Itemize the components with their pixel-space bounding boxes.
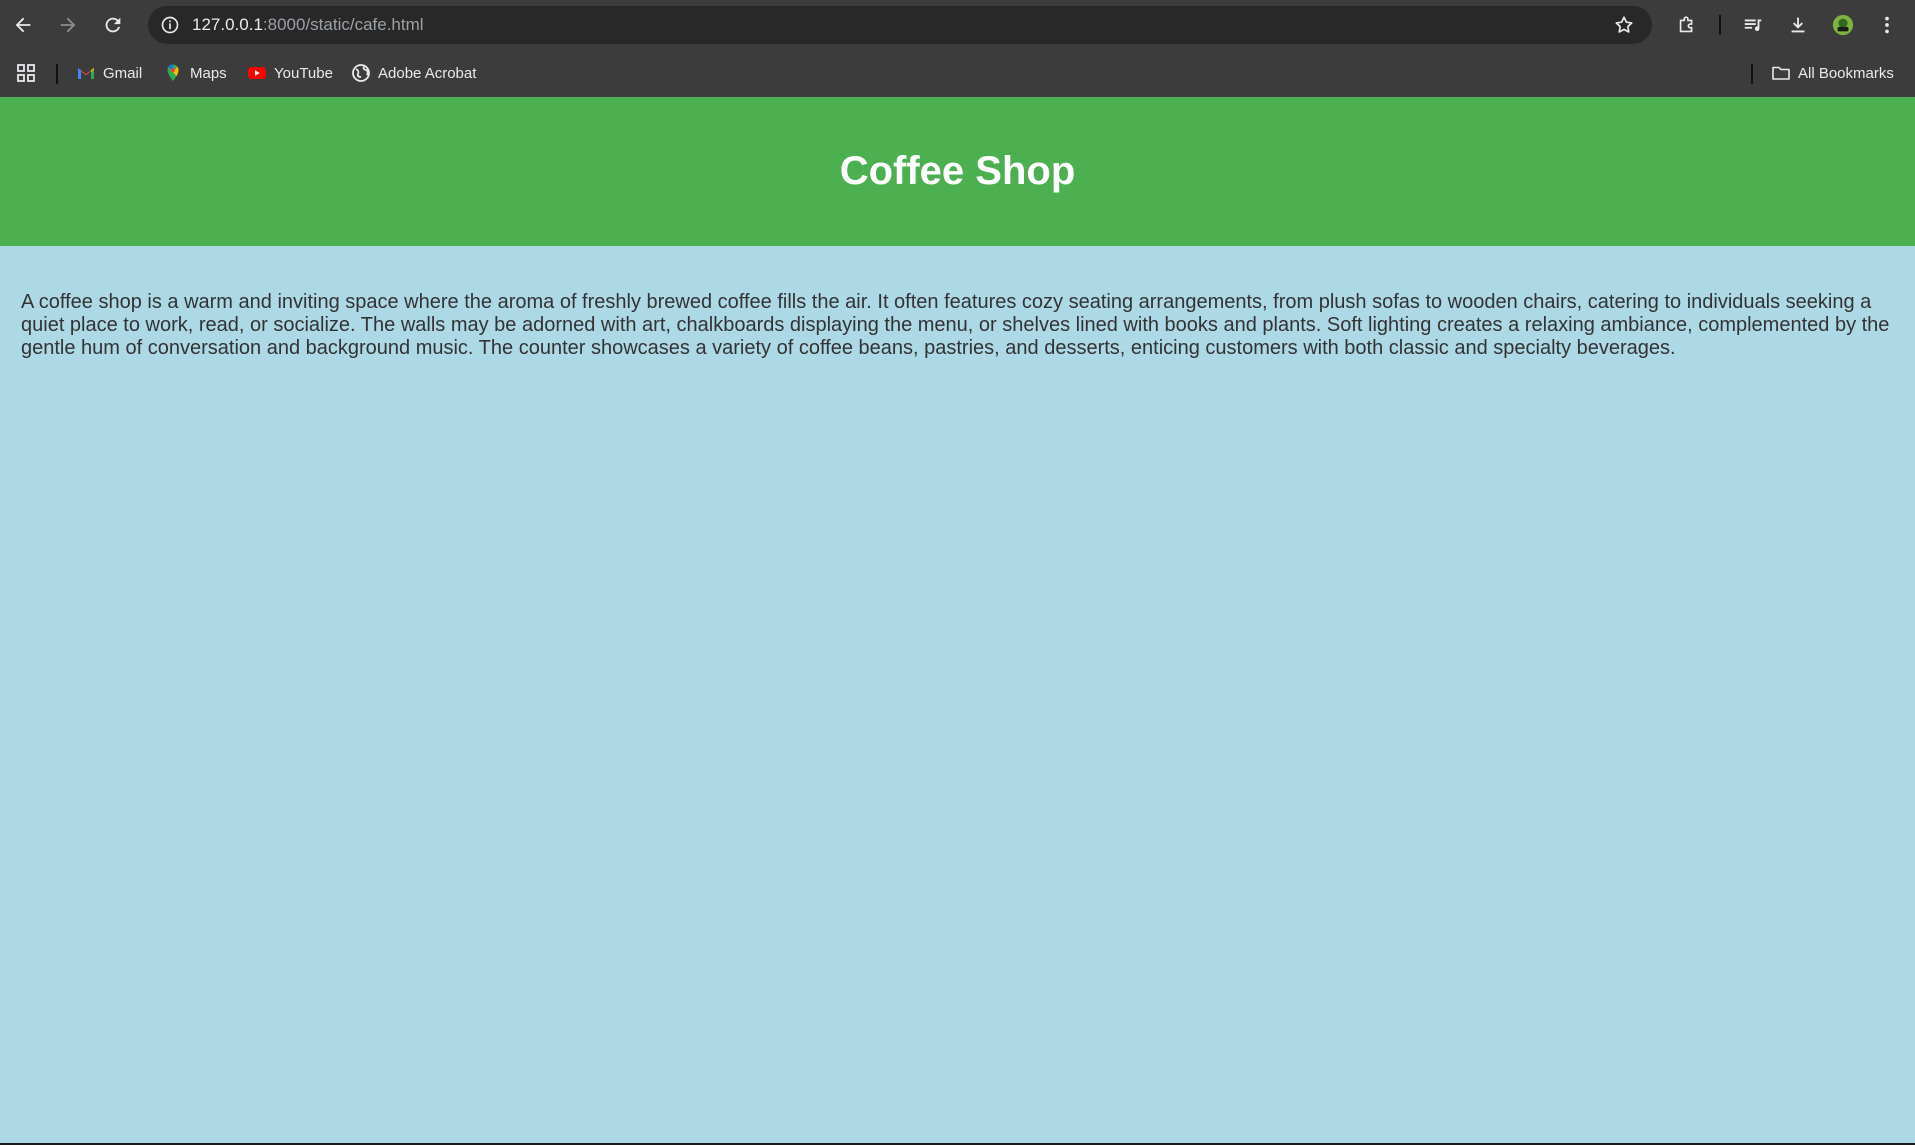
bookmark-youtube[interactable]: YouTube — [247, 60, 333, 86]
bookmark-label: Maps — [190, 64, 227, 82]
reload-button[interactable] — [97, 9, 129, 41]
bookmarks-divider — [1751, 64, 1753, 84]
url-host: 127.0.0.1 — [192, 15, 263, 34]
arrow-left-icon — [15, 17, 31, 33]
profile-avatar[interactable] — [1827, 9, 1859, 41]
bookmarks-divider — [56, 64, 58, 84]
apps-grid-icon — [16, 63, 36, 83]
playlist-icon — [1744, 19, 1762, 32]
avatar-icon — [1832, 14, 1854, 36]
media-control-button[interactable] — [1737, 9, 1769, 41]
puzzle-icon — [1679, 16, 1693, 33]
site-info-icon[interactable] — [156, 11, 184, 39]
download-icon — [1791, 17, 1805, 33]
back-button[interactable] — [7, 9, 39, 41]
bookmark-label: YouTube — [274, 64, 333, 82]
toolbar-divider — [1719, 15, 1721, 35]
bookmark-adobe-acrobat[interactable]: Adobe Acrobat — [351, 60, 476, 86]
url-text[interactable]: 127.0.0.1:8000/static/cafe.html — [192, 16, 424, 34]
bookmark-label: Gmail — [103, 64, 143, 82]
maps-icon — [163, 63, 183, 83]
bookmark-label: Adobe Acrobat — [378, 64, 477, 82]
apps-button[interactable] — [16, 60, 43, 86]
extensions-button[interactable] — [1671, 9, 1703, 41]
address-bar[interactable]: 127.0.0.1:8000/static/cafe.html — [148, 6, 1652, 44]
bookmark-gmail[interactable]: Gmail — [76, 60, 142, 86]
description-paragraph: A coffee shop is a warm and inviting spa… — [21, 291, 1890, 359]
page-header: Coffee Shop — [0, 97, 1915, 246]
all-bookmarks-label: All Bookmarks — [1798, 64, 1894, 82]
youtube-icon — [247, 63, 267, 83]
downloads-button[interactable] — [1782, 9, 1814, 41]
page-body: A coffee shop is a warm and inviting spa… — [0, 246, 1915, 1145]
url-path: :8000/static/cafe.html — [262, 15, 424, 34]
menu-button[interactable] — [1871, 9, 1903, 41]
forward-button[interactable] — [52, 9, 84, 41]
all-bookmarks-button[interactable]: All Bookmarks — [1771, 60, 1894, 86]
page-title: Coffee Shop — [839, 149, 1076, 193]
arrow-right-icon — [60, 17, 76, 33]
bookmark-star-icon[interactable] — [1612, 13, 1636, 37]
folder-icon — [1771, 63, 1791, 83]
gmail-icon — [76, 63, 96, 83]
bookmark-maps[interactable]: Maps — [163, 60, 227, 86]
browser-toolbar: 127.0.0.1:8000/static/cafe.html — [0, 0, 1915, 50]
reload-icon — [105, 17, 121, 33]
bookmarks-bar: Gmail Maps YouTube Adobe Acrobat All Boo… — [0, 50, 1915, 97]
more-vert-icon — [1885, 16, 1889, 34]
globe-icon — [351, 63, 371, 83]
